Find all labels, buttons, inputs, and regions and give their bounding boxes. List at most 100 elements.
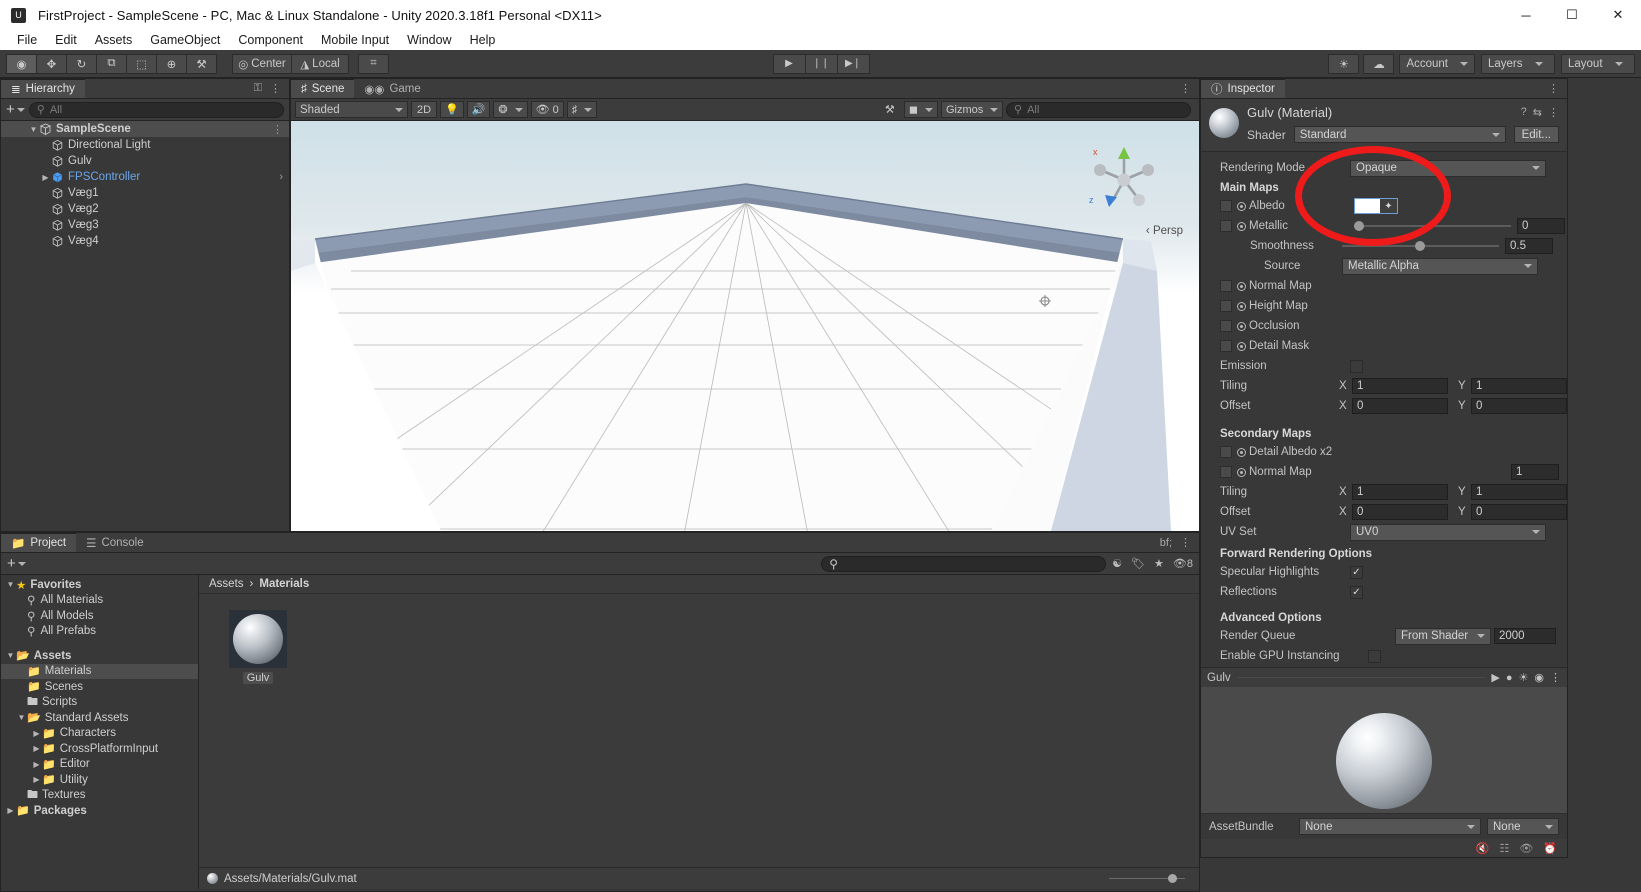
albedo-color-field[interactable]: ✦ — [1354, 198, 1398, 214]
secondary-tiling-y-field[interactable]: 1 — [1471, 484, 1567, 500]
hierarchy-item-gulv[interactable]: Gulv — [1, 153, 289, 169]
project-search-input[interactable]: ⚲ — [821, 556, 1106, 572]
account-dropdown[interactable]: Account — [1399, 54, 1475, 74]
specular-checkbox[interactable]: ✓ — [1350, 566, 1363, 579]
filter-favorite-icon[interactable]: ★ — [1154, 557, 1164, 570]
preset-icon[interactable]: ⇆ — [1533, 106, 1542, 119]
preview-options-icon[interactable]: ⋮ — [1550, 671, 1561, 684]
breadcrumb-materials[interactable]: Materials — [259, 578, 309, 590]
kebab-menu-icon[interactable]: ⋮ — [270, 82, 281, 95]
prefab-chevron-icon[interactable]: › — [279, 171, 283, 183]
scene-kebab-icon[interactable]: ⋮ — [272, 123, 283, 136]
tree-item-favorites[interactable]: ▼ ★ Favorites — [1, 577, 198, 593]
scene-audio-icon[interactable]: 🔊 — [467, 101, 491, 118]
hierarchy-item-vaeg3[interactable]: Væg3 — [1, 217, 289, 233]
metallic-value-field[interactable]: 0 — [1517, 218, 1565, 234]
secondary-normal-value-field[interactable]: 1 — [1511, 464, 1559, 480]
tab-game[interactable]: ◉◉ Game — [354, 79, 430, 98]
hand-tool-icon[interactable]: ◉ — [6, 54, 37, 74]
draw-mode-dropdown[interactable]: Shaded — [295, 101, 408, 118]
gpu-instancing-checkbox[interactable] — [1368, 650, 1381, 663]
expand-triangle-favorites[interactable]: ▼ — [5, 580, 16, 589]
add-gameobject-button[interactable]: + — [6, 102, 25, 117]
detail-albedo-texture-slot[interactable] — [1220, 446, 1232, 458]
inspector-kebab-icon[interactable]: ⋮ — [1548, 82, 1559, 95]
menu-window[interactable]: Window — [398, 31, 460, 49]
expand-triangle-assets[interactable]: ▼ — [5, 651, 16, 660]
thumbnail-zoom-slider[interactable] — [1109, 873, 1185, 885]
shader-dropdown[interactable]: Standard — [1294, 126, 1506, 143]
secondary-offset-y-field[interactable]: 0 — [1471, 504, 1567, 520]
menu-file[interactable]: File — [8, 31, 46, 49]
preview-sphere-icon[interactable]: ● — [1506, 672, 1513, 684]
tab-console[interactable]: ☰ Console — [76, 533, 154, 552]
scene-fx-icon[interactable]: ❂ — [493, 101, 527, 118]
scale-tool-icon[interactable]: ⧉ — [96, 54, 127, 74]
menu-mobile-input[interactable]: Mobile Input — [312, 31, 398, 49]
project-kebab-icon[interactable]: ⋮ — [1180, 536, 1191, 549]
emission-checkbox[interactable] — [1350, 360, 1363, 373]
hierarchy-item-fpscontroller[interactable]: ▶ FPSController › — [1, 169, 289, 185]
hierarchy-item-vaeg2[interactable]: Væg2 — [1, 201, 289, 217]
reflections-checkbox[interactable]: ✓ — [1350, 586, 1363, 599]
scene-hidden-objects-icon[interactable]: 👁 0 — [531, 101, 564, 118]
rotate-tool-icon[interactable]: ↻ — [66, 54, 97, 74]
hierarchy-item-vaeg4[interactable]: Væg4 — [1, 233, 289, 249]
custom-tool-icon[interactable]: ⚒ — [186, 54, 217, 74]
assetbundle-variant-dropdown[interactable]: None — [1487, 818, 1559, 835]
tab-project[interactable]: 📁 Project — [1, 533, 76, 552]
tree-item-scripts[interactable]: 🖿 Scripts — [1, 695, 198, 711]
play-button[interactable]: ▶ — [773, 54, 806, 74]
detail-mask-toggle-icon[interactable] — [1237, 342, 1246, 351]
metallic-slider[interactable] — [1354, 218, 1511, 234]
menu-help[interactable]: Help — [461, 31, 505, 49]
scene-lighting-icon[interactable]: 💡 — [440, 101, 464, 118]
create-asset-button[interactable]: + — [7, 556, 26, 571]
detail-albedo-toggle-icon[interactable] — [1237, 448, 1246, 457]
expand-triangle-editor[interactable]: ▶ — [31, 760, 42, 769]
normal-map-toggle-icon[interactable] — [1237, 282, 1246, 291]
main-offset-y-field[interactable]: 0 — [1471, 398, 1567, 414]
main-tiling-x-field[interactable]: 1 — [1352, 378, 1448, 394]
tree-item-assets[interactable]: ▼ 📂 Assets — [1, 648, 198, 664]
grid-snap-icon[interactable]: ⌗ — [358, 54, 389, 74]
tree-item-crossplatforminput[interactable]: ▶ 📁 CrossPlatformInput — [1, 741, 198, 757]
scene-tools-icon[interactable]: ⚒ — [879, 101, 901, 118]
tree-item-all-materials[interactable]: ⚲ All Materials — [1, 593, 198, 609]
hierarchy-item-directional-light[interactable]: Directional Light — [1, 137, 289, 153]
eyedropper-icon[interactable]: ✦ — [1380, 199, 1397, 213]
rect-tool-icon[interactable]: ⬚ — [126, 54, 157, 74]
lock-icon[interactable]: ⚿ — [254, 82, 262, 95]
secondary-normal-texture-slot[interactable] — [1220, 466, 1232, 478]
minimize-button[interactable]: ─ — [1503, 0, 1549, 30]
move-tool-icon[interactable]: ✥ — [36, 54, 67, 74]
scene-orientation-gizmo[interactable]: x z — [1087, 143, 1161, 217]
assetbundle-dropdown[interactable]: None — [1299, 818, 1481, 835]
zoom-slider-knob[interactable] — [1168, 874, 1177, 883]
menu-gameobject[interactable]: GameObject — [141, 31, 229, 49]
scene-viewport[interactable]: x z ‹ Persp — [291, 121, 1199, 531]
hierarchy-item-samplescene[interactable]: ▼ SampleScene ⋮ — [1, 121, 289, 137]
transform-tool-icon[interactable]: ⊕ — [156, 54, 187, 74]
filter-label-icon[interactable]: 🏷 — [1131, 557, 1145, 570]
tab-scene[interactable]: ♯ Scene — [291, 79, 354, 98]
collab-icon[interactable]: ☀ — [1328, 54, 1359, 74]
tree-item-standard-assets[interactable]: ▼ 📂 Standard Assets — [1, 710, 198, 726]
metallic-texture-slot[interactable] — [1220, 220, 1232, 232]
pause-button[interactable]: ❘❘ — [805, 54, 838, 74]
main-tiling-y-field[interactable]: 1 — [1471, 378, 1567, 394]
tab-hierarchy[interactable]: ≣ Hierarchy — [1, 79, 85, 98]
maximize-button[interactable]: ☐ — [1549, 0, 1595, 30]
detail-mask-texture-slot[interactable] — [1220, 340, 1232, 352]
shader-edit-button[interactable]: Edit... — [1514, 126, 1559, 143]
gizmos-dropdown[interactable]: Gizmos — [941, 101, 1003, 118]
metallic-slider-knob[interactable] — [1354, 221, 1364, 231]
normal-map-texture-slot[interactable] — [1220, 280, 1232, 292]
hierarchy-search-input[interactable]: ⚲ All — [29, 102, 284, 118]
cloud-icon[interactable]: ☁ — [1363, 54, 1394, 74]
clock-status-icon[interactable]: ⏰ — [1543, 842, 1557, 855]
main-offset-x-field[interactable]: 0 — [1352, 398, 1448, 414]
layers-dropdown[interactable]: Layers — [1481, 54, 1555, 74]
material-kebab-icon[interactable]: ⋮ — [1548, 106, 1559, 119]
albedo-toggle-icon[interactable] — [1237, 202, 1246, 211]
